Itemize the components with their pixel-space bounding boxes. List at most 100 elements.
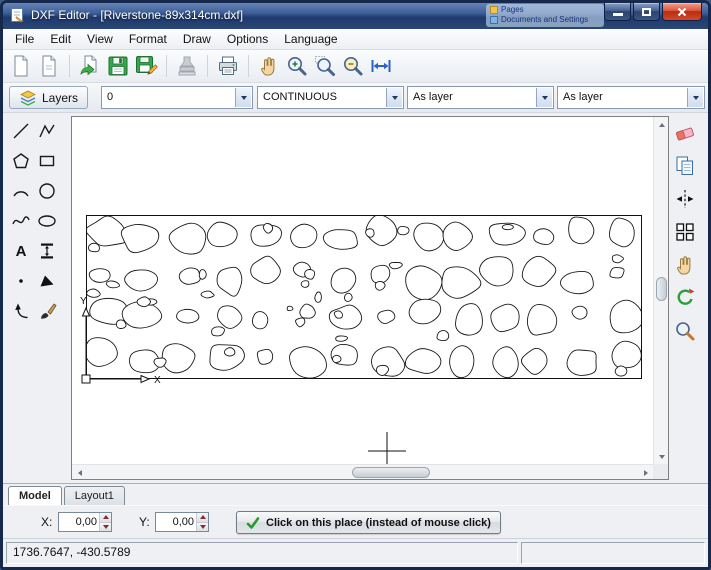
vertical-scroll-thumb[interactable] [656,277,667,301]
solid-fill-tool-button[interactable] [35,269,59,293]
scroll-down-button[interactable] [654,449,669,464]
color-select[interactable]: As layer [407,86,554,109]
click-on-place-button[interactable]: Click on this place (instead of mouse cl… [236,511,501,534]
horizontal-scrollbar[interactable] [72,464,653,479]
zoom-window-button[interactable] [311,52,339,80]
lineweight-select[interactable]: As layer [557,86,705,109]
arrow-up-icon [659,123,665,127]
drawing-canvas[interactable]: Y X [71,116,669,480]
chevron-down-icon [693,96,699,100]
rotate-tool-button[interactable] [671,284,699,312]
menu-draw[interactable]: Draw [175,29,219,49]
eraser-tool-button[interactable] [671,119,699,147]
lineweight-dropdown-button[interactable] [687,88,703,107]
polyline-icon [37,121,57,141]
scroll-left-button[interactable] [72,465,87,480]
window-controls [604,3,702,21]
close-button[interactable] [662,3,702,21]
brush-tool-button[interactable] [35,299,59,323]
open-file-button[interactable] [76,52,104,80]
text-height-icon [37,241,57,261]
x-spin-up-button[interactable] [100,513,111,522]
leader-arrow-icon [11,301,31,321]
zoom-window-icon [313,54,337,78]
pan-button[interactable] [255,52,283,80]
spline-tool-button[interactable] [9,209,33,233]
new-file-button[interactable] [7,52,35,80]
x-coordinate-label: X: [41,515,52,529]
copy-tool-button[interactable] [671,152,699,180]
stamp-button[interactable] [173,52,201,80]
linetype-select[interactable]: CONTINUOUS [257,86,404,109]
save-as-button[interactable] [132,52,160,80]
menu-file[interactable]: File [7,29,42,49]
minimize-icon [613,13,623,16]
maximize-button[interactable] [633,3,660,21]
x-coordinate-input[interactable] [59,513,99,531]
tab-model[interactable]: Model [8,486,62,505]
blocks-tool-button[interactable] [671,218,699,246]
spin-up-icon [200,515,206,519]
circle-tool-button[interactable] [35,179,59,203]
zoom-tool-button[interactable] [671,317,699,345]
polygon-tool-button[interactable] [9,149,33,173]
point-tool-button[interactable] [9,269,33,293]
svg-text:A: A [16,243,27,260]
zoom-extents-button[interactable] [367,52,395,80]
layers-button-label: Layers [42,91,78,105]
background-window-peek[interactable]: Pages Documents and Settings [486,4,604,27]
new-from-template-button[interactable] [35,52,63,80]
save-button[interactable] [104,52,132,80]
new-file-icon [9,54,33,78]
arrow-down-icon [659,455,665,459]
minimize-button[interactable] [604,3,631,21]
break-tool-button[interactable] [671,185,699,213]
menu-view[interactable]: View [79,29,121,49]
toolbar-separator [248,55,249,77]
y-spin-up-button[interactable] [197,513,208,522]
polyline-tool-button[interactable] [35,119,59,143]
print-icon [216,54,240,78]
x-spin-down-button[interactable] [100,522,111,532]
y-coordinate-input[interactable] [156,513,196,531]
linetype-dropdown-button[interactable] [386,88,402,107]
vertical-scrollbar[interactable] [653,117,668,464]
layers-button[interactable]: Layers [9,86,88,109]
status-coordinates: 1736.7647, -430.5789 [6,542,518,564]
menu-edit[interactable]: Edit [42,29,79,49]
chevron-down-icon [241,96,247,100]
text-tool-button[interactable]: A [9,239,33,263]
menu-format[interactable]: Format [121,29,175,49]
lineweight-value: As layer [558,87,687,108]
layer-select[interactable]: 0 [101,86,253,109]
save-as-icon [134,54,158,78]
scroll-up-button[interactable] [654,117,669,132]
y-spin-down-button[interactable] [197,522,208,532]
rectangle-tool-button[interactable] [35,149,59,173]
status-bar: 1736.7647, -430.5789 [3,538,708,567]
menu-options[interactable]: Options [219,29,276,49]
horizontal-scroll-thumb[interactable] [352,467,430,478]
line-tool-button[interactable] [9,119,33,143]
scroll-right-button[interactable] [638,465,653,480]
tab-layout1[interactable]: Layout1 [64,486,125,505]
leader-tool-button[interactable] [9,299,33,323]
color-dropdown-button[interactable] [536,88,552,107]
zoom-out-button[interactable] [339,52,367,80]
print-button[interactable] [214,52,242,80]
ellipse-tool-button[interactable] [35,209,59,233]
ucs-x-label: X [154,375,161,386]
y-coordinate-field [155,512,209,532]
arc-tool-button[interactable] [9,179,33,203]
text-height-tool-button[interactable] [35,239,59,263]
menu-language[interactable]: Language [276,29,345,49]
arrow-right-icon [644,470,648,476]
layer-dropdown-button[interactable] [235,88,251,107]
pan-tool-button[interactable] [671,251,699,279]
y-coordinate-label: Y: [139,515,150,529]
zoom-in-icon [285,54,309,78]
title-bar[interactable]: DXF Editor - [Riverstone-89x314cm.dxf] P… [3,3,708,29]
blocks-icon [673,220,697,244]
zoom-in-button[interactable] [283,52,311,80]
coordinate-controls: X: Y: Click on this place (instead of mo… [3,505,708,538]
